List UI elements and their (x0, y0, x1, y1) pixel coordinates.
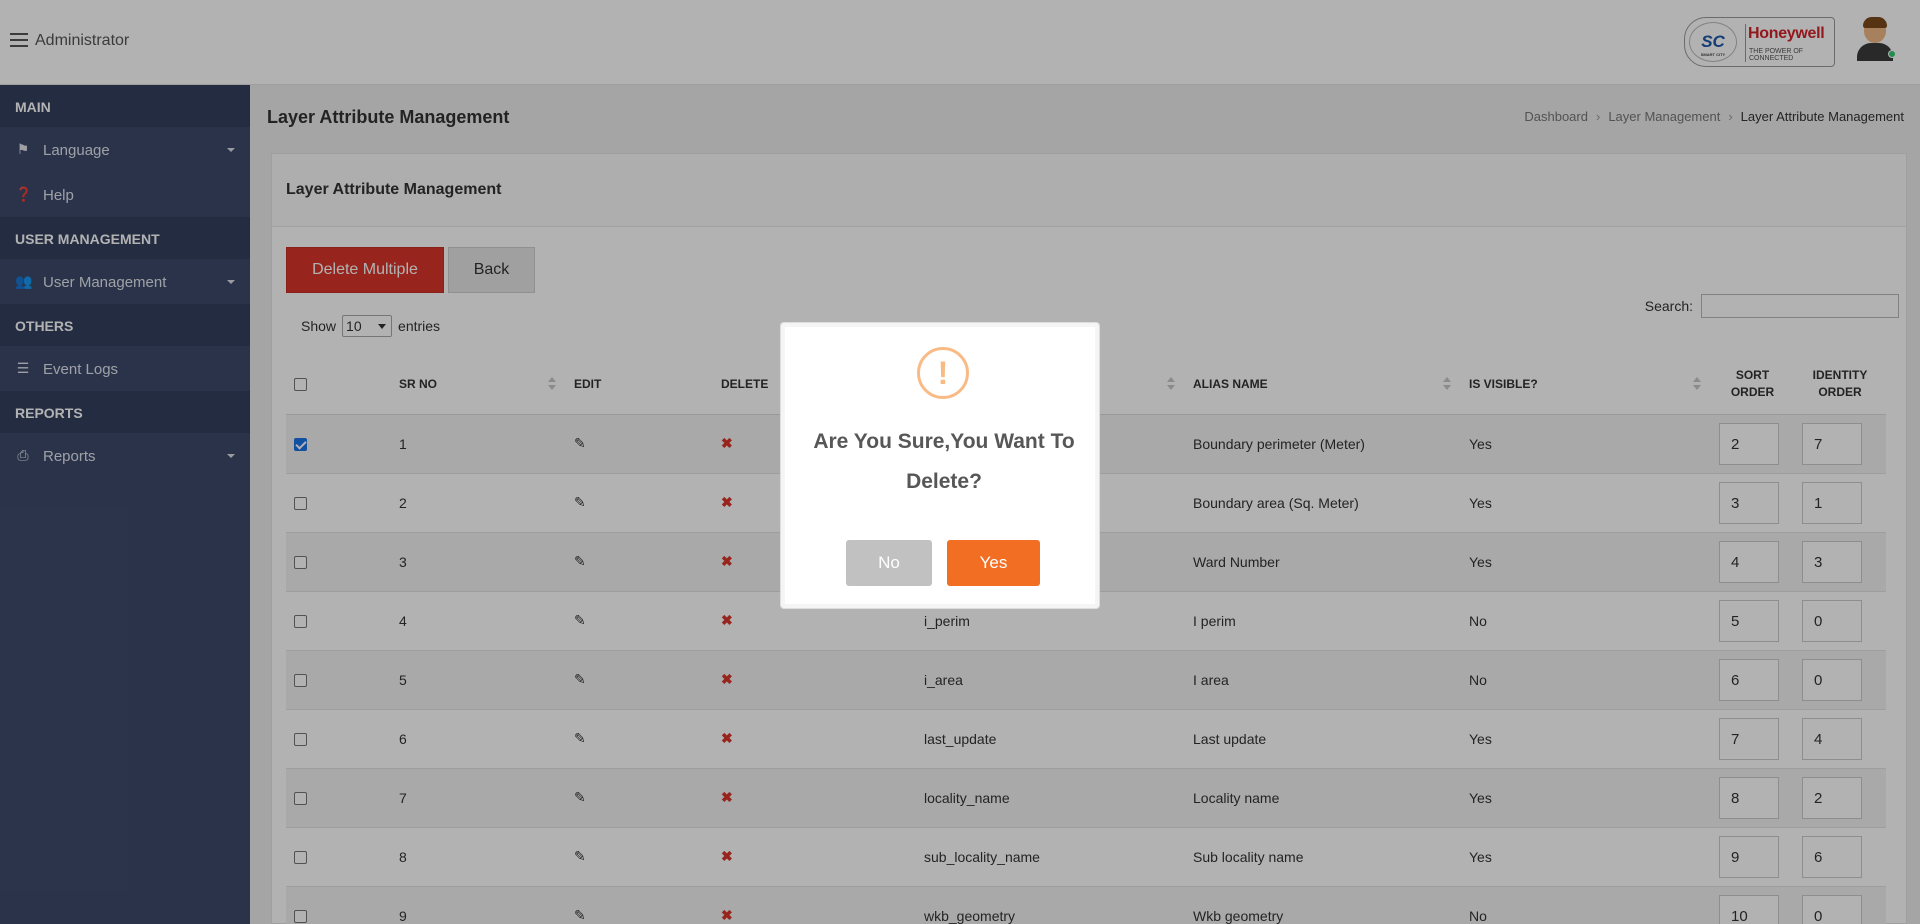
confirm-message: Are You Sure,You Want To Delete? (813, 430, 1075, 493)
no-button[interactable]: No (846, 540, 932, 586)
confirm-delete-dialog: ! Are You Sure,You Want To Delete? No Ye… (781, 323, 1099, 608)
warning-exclamation-icon: ! (917, 347, 969, 399)
yes-button[interactable]: Yes (947, 540, 1040, 586)
